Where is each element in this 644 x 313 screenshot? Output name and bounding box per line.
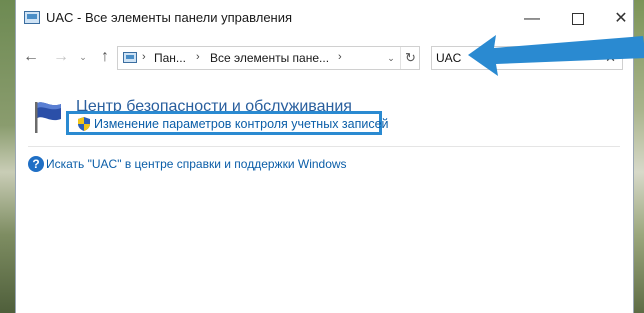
control-panel-icon: [24, 11, 40, 24]
breadcrumb-separator[interactable]: ›: [142, 51, 146, 63]
back-button[interactable]: ←: [20, 46, 42, 68]
highlight-frame: Изменение параметров контроля учетных за…: [66, 111, 389, 135]
maximize-button[interactable]: [558, 6, 598, 32]
address-bar[interactable]: › Пан... › Все элементы пане... › ⌄ ↻: [117, 46, 420, 70]
desktop-wallpaper-left: [0, 0, 16, 313]
breadcrumb-control-panel[interactable]: Пан...: [154, 51, 186, 65]
address-dropdown-button[interactable]: ⌄: [382, 47, 400, 69]
breadcrumb-separator[interactable]: ›: [196, 51, 200, 63]
annotation-arrow-icon: [468, 35, 644, 76]
divider: [28, 146, 620, 147]
security-flag-icon: [35, 102, 61, 133]
help-icon: ?: [28, 156, 44, 172]
control-panel-window: UAC - Все элементы панели управления — ✕…: [15, 0, 644, 313]
breadcrumb-separator[interactable]: ›: [338, 51, 342, 63]
control-panel-icon: [123, 52, 137, 63]
refresh-button[interactable]: ↻: [400, 47, 420, 69]
recent-locations-dropdown[interactable]: ⌄: [76, 46, 90, 68]
window-title: UAC - Все элементы панели управления: [46, 10, 293, 25]
breadcrumb-all-items[interactable]: Все элементы пане...: [210, 51, 329, 65]
forward-button[interactable]: →: [50, 46, 72, 68]
help-search-link[interactable]: Искать "UAC" в центре справки и поддержк…: [46, 157, 347, 171]
search-input[interactable]: UAC: [436, 51, 461, 65]
search-results: Центр безопасности и обслуживания Измене…: [16, 80, 633, 313]
uac-settings-link[interactable]: Изменение параметров контроля учетных за…: [94, 117, 389, 131]
close-button[interactable]: ✕: [601, 6, 641, 32]
maximize-icon: [572, 12, 584, 25]
minimize-button[interactable]: —: [512, 6, 552, 32]
up-button[interactable]: ↑: [94, 46, 116, 68]
uac-shield-icon: [78, 117, 90, 131]
